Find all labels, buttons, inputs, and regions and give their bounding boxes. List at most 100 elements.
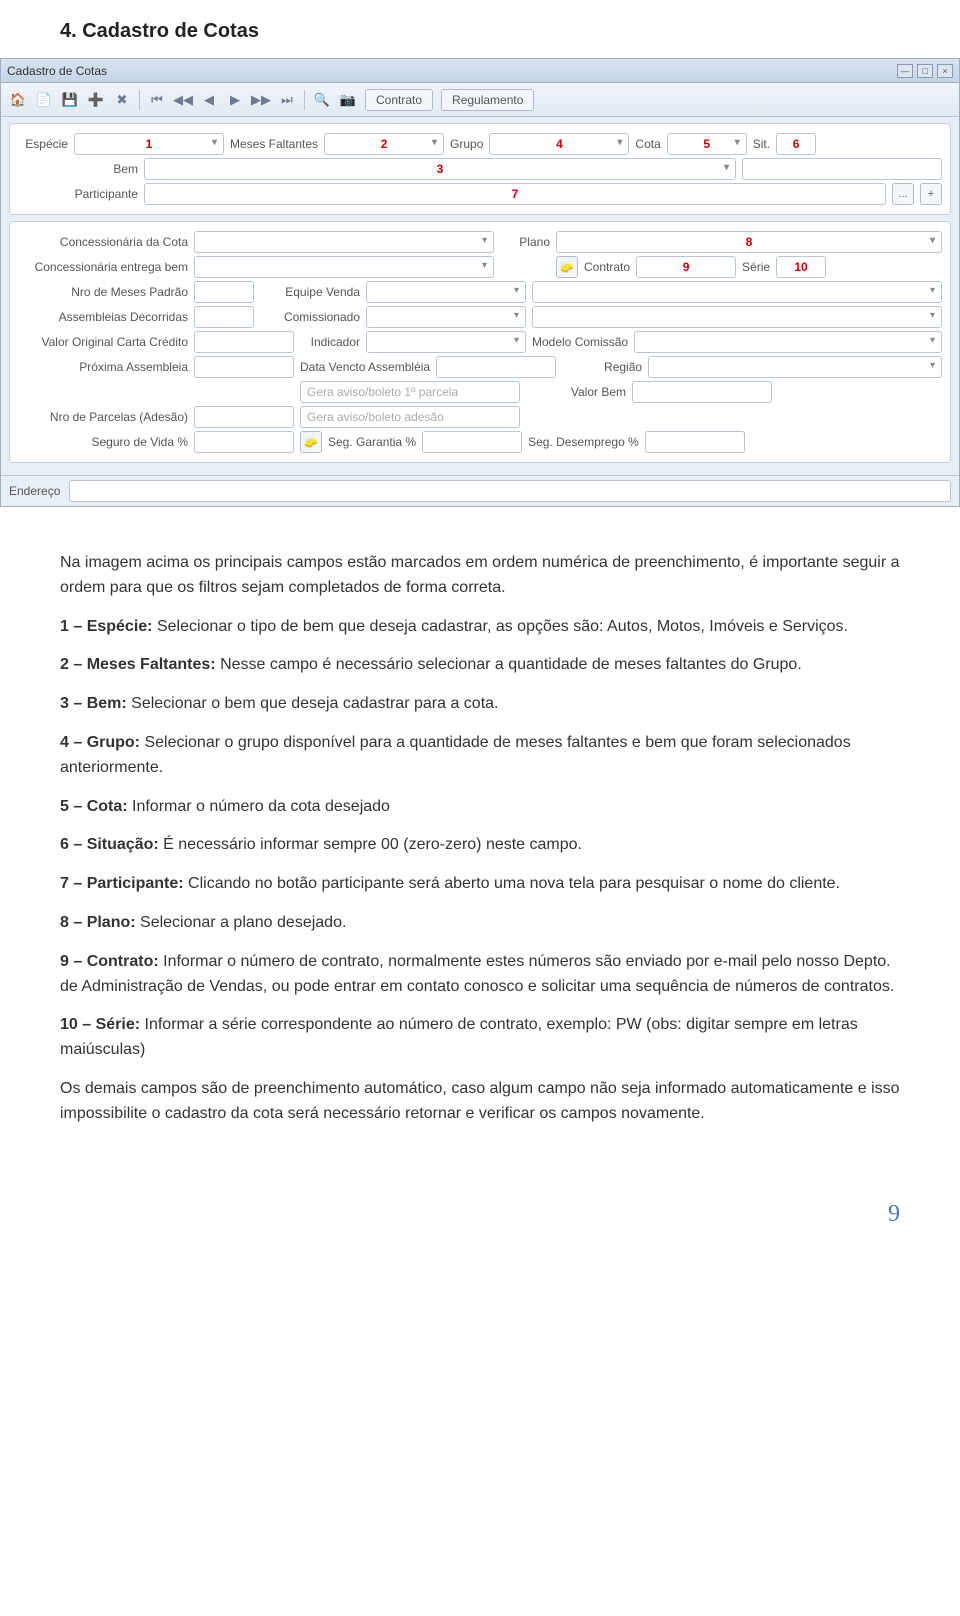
prev-page-icon[interactable]: ◀◀ bbox=[174, 91, 192, 109]
data-vencto-field[interactable] bbox=[436, 356, 556, 378]
doc-heading: 4. Cadastro de Cotas bbox=[0, 0, 960, 53]
nro-meses-padrao-field[interactable] bbox=[194, 281, 254, 303]
nro-parcelas-adesao-label: Nro de Parcelas (Adesão) bbox=[18, 410, 188, 424]
proxima-assembleia-field[interactable] bbox=[194, 356, 294, 378]
titlebar: Cadastro de Cotas — □ × bbox=[1, 59, 959, 83]
search-icon[interactable]: 🔍 bbox=[313, 91, 331, 109]
window-title: Cadastro de Cotas bbox=[7, 64, 107, 78]
comissionado-select[interactable] bbox=[366, 306, 526, 328]
meses-faltantes-label: Meses Faltantes bbox=[230, 137, 318, 151]
sit-field[interactable]: 6 bbox=[776, 133, 816, 155]
grupo-label: Grupo bbox=[450, 137, 483, 151]
next-page-icon[interactable]: ▶▶ bbox=[252, 91, 270, 109]
endereco-label: Endereço bbox=[9, 484, 69, 498]
panel-details: Concessionária da Cota Plano 8 Concessio… bbox=[9, 221, 951, 463]
last-icon[interactable]: ⏭ bbox=[278, 91, 296, 109]
seguro-vida-field[interactable] bbox=[194, 431, 294, 453]
grupo-select[interactable]: 4 bbox=[489, 133, 629, 155]
next-icon[interactable]: ▶ bbox=[226, 91, 244, 109]
valor-bem-field[interactable] bbox=[632, 381, 772, 403]
seg-desemprego-field[interactable] bbox=[645, 431, 745, 453]
indicador-label: Indicador bbox=[300, 335, 360, 349]
regulamento-button[interactable]: Regulamento bbox=[441, 89, 534, 111]
valor-bem-label: Valor Bem bbox=[526, 385, 626, 399]
data-vencto-label: Data Vencto Assembléia bbox=[300, 360, 430, 374]
gera-aviso-parcela-field[interactable]: Gera aviso/boleto 1º parcela bbox=[300, 381, 520, 403]
nro-parcelas-adesao-field[interactable] bbox=[194, 406, 294, 428]
bem-label: Bem bbox=[18, 162, 138, 176]
assembleias-decorridas-field[interactable] bbox=[194, 306, 254, 328]
doc-item-4: 4 – Grupo: Selecionar o grupo disponível… bbox=[60, 731, 900, 781]
photo-icon[interactable]: 📷 bbox=[339, 91, 357, 109]
document-body: Na imagem acima os principais campos est… bbox=[0, 527, 960, 1181]
sit-label: Sit. bbox=[753, 137, 770, 151]
regiao-label: Região bbox=[562, 360, 642, 374]
doc-item-7: 7 – Participante: Clicando no botão part… bbox=[60, 872, 900, 897]
eraser-icon[interactable]: 🧽 bbox=[300, 431, 322, 453]
cota-select[interactable]: 5 bbox=[667, 133, 747, 155]
equipe-venda-label: Equipe Venda bbox=[260, 285, 360, 299]
serie-label: Série bbox=[742, 260, 770, 274]
nro-meses-padrao-label: Nro de Meses Padrão bbox=[18, 285, 188, 299]
first-icon[interactable]: ⏮ bbox=[148, 91, 166, 109]
doc-item-10: 10 – Série: Informar a série corresponde… bbox=[60, 1013, 900, 1063]
page-number: 9 bbox=[0, 1181, 960, 1258]
browse-button[interactable]: ... bbox=[892, 183, 914, 205]
serie-field[interactable]: 10 bbox=[776, 256, 826, 278]
equipe-venda-extra-select[interactable] bbox=[532, 281, 942, 303]
seg-desemprego-label: Seg. Desemprego % bbox=[528, 435, 639, 449]
concessionaria-entrega-label: Concessionária entrega bem bbox=[18, 260, 188, 274]
footer-row: Endereço bbox=[1, 475, 959, 506]
concessionaria-cota-select[interactable] bbox=[194, 231, 494, 253]
concessionaria-entrega-select[interactable] bbox=[194, 256, 494, 278]
contrato-field[interactable]: 9 bbox=[636, 256, 736, 278]
minimize-button[interactable]: — bbox=[897, 64, 913, 78]
comissionado-extra-select[interactable] bbox=[532, 306, 942, 328]
doc-item-3: 3 – Bem: Selecionar o bem que deseja cad… bbox=[60, 692, 900, 717]
valor-original-carta-label: Valor Original Carta Crédito bbox=[18, 335, 188, 349]
doc-item-9: 9 – Contrato: Informar o número de contr… bbox=[60, 950, 900, 1000]
save-icon[interactable]: 💾 bbox=[61, 91, 79, 109]
seguro-vida-label: Seguro de Vida % bbox=[18, 435, 188, 449]
prev-icon[interactable]: ◀ bbox=[200, 91, 218, 109]
close-window-button[interactable]: × bbox=[937, 64, 953, 78]
new-icon[interactable]: 📄 bbox=[35, 91, 53, 109]
bem-desc-field[interactable] bbox=[742, 158, 942, 180]
comissionado-label: Comissionado bbox=[260, 310, 360, 324]
meses-faltantes-select[interactable]: 2 bbox=[324, 133, 444, 155]
assembleias-decorridas-label: Assembleias Decorridas bbox=[18, 310, 188, 324]
regiao-select[interactable] bbox=[648, 356, 942, 378]
participante-field[interactable]: 7 bbox=[144, 183, 886, 205]
endereco-field[interactable] bbox=[69, 480, 951, 502]
doc-item-2: 2 – Meses Faltantes: Nesse campo é neces… bbox=[60, 653, 900, 678]
add-icon[interactable]: ➕ bbox=[87, 91, 105, 109]
contrato-label: Contrato bbox=[584, 260, 630, 274]
eraser-icon[interactable]: 🧽 bbox=[556, 256, 578, 278]
toolbar: 🏠 📄 💾 ➕ ✖ ⏮ ◀◀ ◀ ▶ ▶▶ ⏭ 🔍 📷 Contrato Reg… bbox=[1, 83, 959, 117]
valor-original-carta-field[interactable] bbox=[194, 331, 294, 353]
especie-label: Espécie bbox=[18, 137, 68, 151]
contrato-button[interactable]: Contrato bbox=[365, 89, 433, 111]
maximize-button[interactable]: □ bbox=[917, 64, 933, 78]
especie-select[interactable]: 1 bbox=[74, 133, 224, 155]
toolbar-separator bbox=[139, 90, 140, 110]
toolbar-separator bbox=[304, 90, 305, 110]
participante-label: Participante bbox=[18, 187, 138, 201]
modelo-comissao-select[interactable] bbox=[634, 331, 942, 353]
doc-item-1: 1 – Espécie: Selecionar o tipo de bem qu… bbox=[60, 615, 900, 640]
delete-icon[interactable]: ✖ bbox=[113, 91, 131, 109]
concessionaria-cota-label: Concessionária da Cota bbox=[18, 235, 188, 249]
seg-garantia-field[interactable] bbox=[422, 431, 522, 453]
bem-select[interactable]: 3 bbox=[144, 158, 736, 180]
indicador-select[interactable] bbox=[366, 331, 526, 353]
home-icon[interactable]: 🏠 bbox=[9, 91, 27, 109]
cota-label: Cota bbox=[635, 137, 660, 151]
equipe-venda-select[interactable] bbox=[366, 281, 526, 303]
doc-intro: Na imagem acima os principais campos est… bbox=[60, 551, 900, 601]
plano-select[interactable]: 8 bbox=[556, 231, 942, 253]
form-area: Espécie 1 Meses Faltantes 2 Grupo 4 Cota… bbox=[1, 117, 959, 475]
gera-aviso-adesao-field[interactable]: Gera aviso/boleto adesão bbox=[300, 406, 520, 428]
modelo-comissao-label: Modelo Comissão bbox=[532, 335, 628, 349]
add-participante-button[interactable]: + bbox=[920, 183, 942, 205]
proxima-assembleia-label: Próxima Assembleia bbox=[18, 360, 188, 374]
